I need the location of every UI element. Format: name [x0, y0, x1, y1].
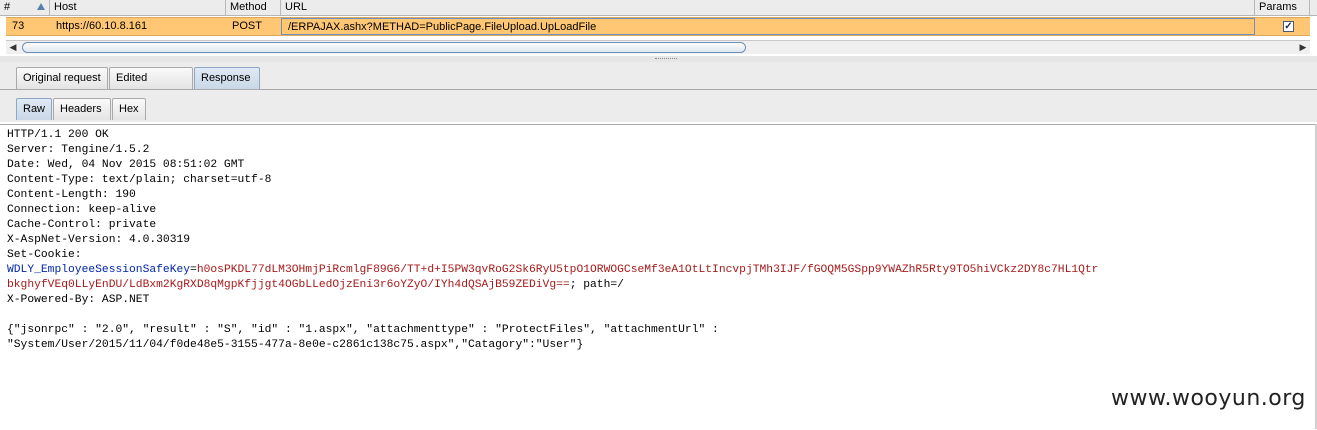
blank-line: ​	[7, 308, 1098, 323]
cookie-equals: =	[190, 264, 197, 276]
tab-hex[interactable]: Hex	[112, 98, 146, 120]
cookie-value-part2: bkghyfVEq0LLyEnDU/LdBxm2KgRXD8qMgpKfjjgt…	[7, 279, 570, 291]
splitter-grip-icon	[655, 58, 677, 61]
response-line: Set-Cookie:	[7, 249, 82, 261]
response-line: Cache-Control: private	[7, 219, 157, 231]
response-line: X-AspNet-Version: 4.0.30319	[7, 234, 191, 246]
column-header-number[interactable]: #	[0, 0, 50, 15]
response-editor[interactable]: HTTP/1.1 200 OK Server: Tengine/1.5.2 Date…	[0, 124, 1317, 430]
cookie-name: WDLY_EmployeeSessionSafeKey	[7, 264, 191, 276]
column-url-label: URL	[285, 1, 308, 13]
request-table-header: # Host Method URL Params	[0, 0, 1317, 16]
column-header-host[interactable]: Host	[50, 0, 226, 15]
response-line: HTTP/1.1 200 OK	[7, 129, 109, 141]
row-method: POST	[232, 20, 262, 32]
response-text: HTTP/1.1 200 OK Server: Tengine/1.5.2 Date…	[7, 128, 1098, 353]
response-line: X-Powered-By: ASP.NET	[7, 294, 150, 306]
column-params-label: Params	[1259, 1, 1297, 13]
message-tabbar: Original request Edited request Response	[0, 62, 1317, 105]
column-header-method[interactable]: Method	[226, 0, 281, 15]
column-number-label: #	[4, 1, 11, 13]
row-host: https://60.10.8.161	[56, 20, 148, 32]
tab-original-request[interactable]: Original request	[16, 67, 108, 89]
horizontal-scrollbar[interactable]: ◀ ▶	[6, 40, 1310, 54]
response-line: Server: Tengine/1.5.2	[7, 144, 150, 156]
column-host-label: Host	[54, 1, 77, 13]
params-checkbox[interactable]: ✓	[1283, 21, 1294, 32]
column-method-label: Method	[230, 1, 267, 13]
response-line: Connection: keep-alive	[7, 204, 157, 216]
cookie-value-part1: h0osPKDL77dLM3OHmjPiRcmlgF89G6/TT+d+I5PW…	[196, 264, 1099, 276]
tabbar-divider	[0, 89, 1317, 90]
scroll-right-icon[interactable]: ▶	[1296, 41, 1310, 54]
column-header-params[interactable]: Params	[1255, 0, 1310, 15]
json-body-line-2: "System/User/2015/11/04/f0de48e5-3155-47…	[7, 339, 584, 351]
response-line: Content-Length: 190	[7, 189, 136, 201]
tab-edited-request[interactable]: Edited request	[109, 67, 193, 105]
tab-response[interactable]: Response	[194, 67, 260, 89]
tab-raw[interactable]: Raw	[16, 98, 52, 120]
response-line: Content-Type: text/plain; charset=utf-8	[7, 174, 272, 186]
view-tabbar: Raw Headers Hex	[0, 92, 1317, 122]
scroll-left-icon[interactable]: ◀	[6, 41, 20, 54]
cookie-path: ; path=/	[569, 279, 624, 291]
cookie-line-1: WDLY_EmployeeSessionSafeKey=h0osPKDL77dL…	[7, 263, 1098, 278]
table-row[interactable]: 73 https://60.10.8.161 POST /ERPAJAX.ash…	[6, 17, 1310, 36]
scrollbar-thumb[interactable]	[22, 42, 746, 53]
row-url: /ERPAJAX.ashx?METHAD=PublicPage.FileUplo…	[281, 18, 1255, 35]
tab-headers[interactable]: Headers	[53, 98, 111, 120]
sort-ascending-icon	[37, 3, 45, 10]
cookie-line-2: bkghyfVEq0LLyEnDU/LdBxm2KgRXD8qMgpKfjjgt…	[7, 278, 1098, 293]
json-body-line-1: {"jsonrpc" : "2.0", "result" : "S", "id"…	[7, 324, 719, 336]
response-line: Date: Wed, 04 Nov 2015 08:51:02 GMT	[7, 159, 245, 171]
row-number: 73	[12, 20, 25, 32]
watermark: www.wooyun.org	[1111, 386, 1306, 411]
column-header-url[interactable]: URL	[281, 0, 1255, 15]
